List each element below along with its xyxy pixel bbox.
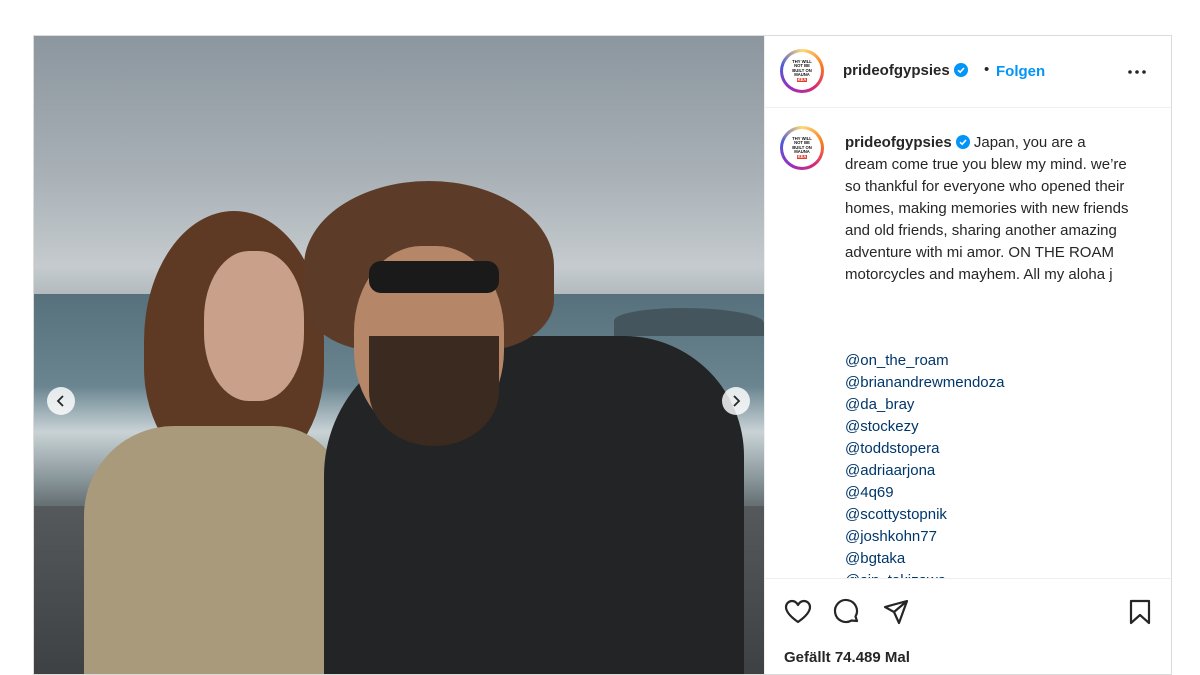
photo-sunglasses (369, 261, 499, 293)
instagram-post: THY WILL NOT BE BUILT ON MAUNA KEA pride… (33, 35, 1172, 675)
mention-link[interactable]: @adriaarjona (845, 460, 1130, 482)
mention-link[interactable]: @toddstopera (845, 438, 1130, 460)
photo-man-beard (369, 336, 499, 446)
bookmark-icon[interactable] (1125, 597, 1155, 627)
follow-button[interactable]: Folgen (996, 63, 1045, 80)
post-photo[interactable] (34, 36, 764, 674)
paper-plane-icon[interactable] (881, 597, 911, 627)
avatar[interactable]: THY WILL NOT BE BUILT ON MAUNA KEA (780, 49, 824, 93)
photo-woman-face (204, 251, 304, 401)
caption-area: THY WILL NOT BE BUILT ON MAUNA KEA pride… (765, 108, 1171, 578)
mention-link[interactable]: @scottystopnik (845, 504, 1130, 526)
photo-woman-coat (84, 426, 344, 674)
mention-link[interactable]: @joshkohn77 (845, 526, 1130, 548)
header-username[interactable]: prideofgypsies (843, 62, 968, 79)
caption-body: Japan, you are a dream come true you ble… (845, 134, 1129, 283)
chevron-right-icon (733, 395, 741, 407)
caption-text: prideofgypsies Japan, you are a dream co… (845, 132, 1130, 286)
chevron-left-icon (56, 395, 64, 407)
post-sidebar: THY WILL NOT BE BUILT ON MAUNA KEA pride… (764, 36, 1171, 674)
comment-icon[interactable] (832, 597, 862, 627)
mention-link[interactable]: @bgtaka (845, 548, 1130, 570)
mention-link[interactable]: @4q69 (845, 482, 1130, 504)
avatar-logo: THY WILL NOT BE BUILT ON MAUNA KEA (786, 132, 818, 164)
mention-link[interactable]: @on_the_roam (845, 350, 1130, 372)
avatar-logo: THY WILL NOT BE BUILT ON MAUNA KEA (786, 55, 818, 87)
mention-link[interactable]: @da_bray (845, 394, 1130, 416)
likes-count[interactable]: Gefällt 74.489 Mal (784, 649, 910, 666)
previous-image-button[interactable] (47, 387, 75, 415)
photo-island (614, 308, 764, 336)
verified-badge-icon (955, 135, 970, 149)
action-bar: Gefällt 74.489 Mal (765, 578, 1171, 674)
mention-link[interactable]: @sin_takizawa (845, 570, 1130, 578)
mentions-list: @on_the_roam @brianandrewmendoza @da_bra… (845, 350, 1130, 578)
caption-avatar[interactable]: THY WILL NOT BE BUILT ON MAUNA KEA (780, 126, 824, 170)
heart-icon[interactable] (783, 597, 813, 627)
verified-badge-icon (953, 63, 968, 77)
caption-username[interactable]: prideofgypsies (845, 134, 952, 151)
mention-link[interactable]: @stockezy (845, 416, 1130, 438)
more-horizontal-icon[interactable] (1125, 60, 1149, 84)
next-image-button[interactable] (722, 387, 750, 415)
post-header: THY WILL NOT BE BUILT ON MAUNA KEA pride… (765, 36, 1171, 108)
mention-link[interactable]: @brianandrewmendoza (845, 372, 1130, 394)
separator-dot: • (984, 61, 990, 78)
